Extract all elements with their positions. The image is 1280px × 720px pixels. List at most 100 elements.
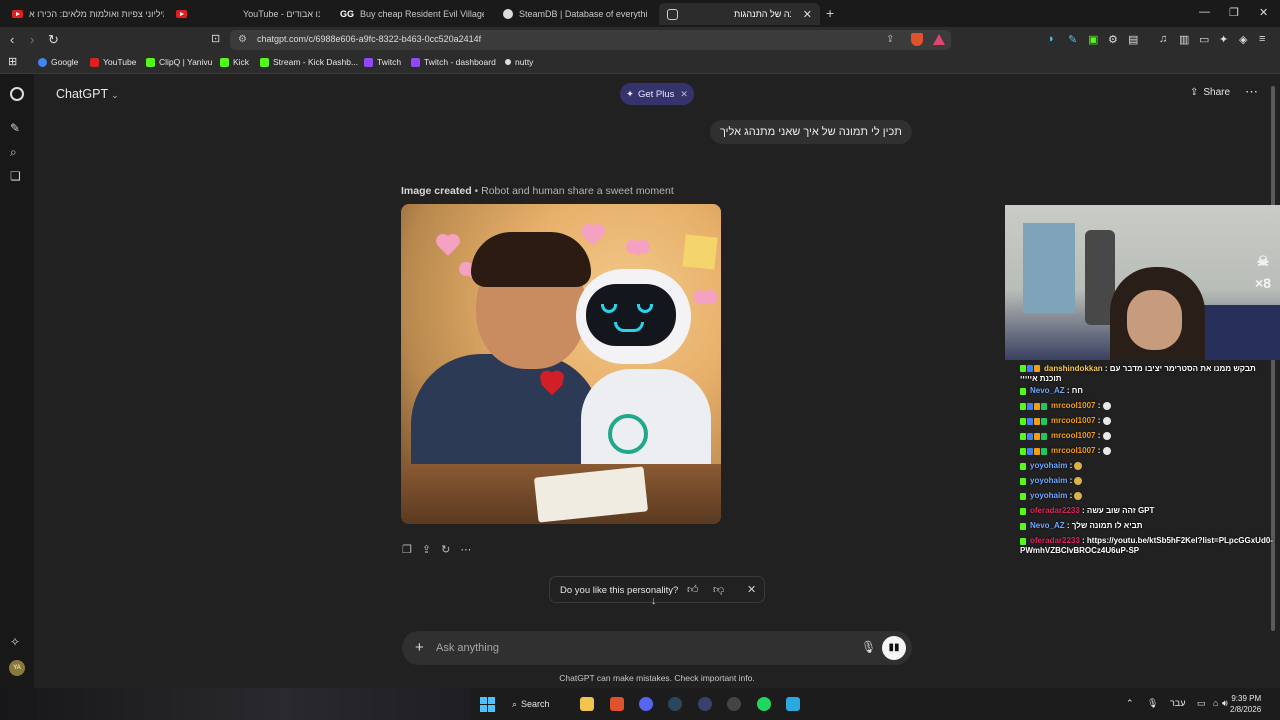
chat-message: oferadar2233 : זהה שוב עשה GPT <box>1020 504 1275 519</box>
app-icon[interactable] <box>727 697 741 711</box>
tab-1[interactable]: YouTube - אנחנו אבודים <box>168 3 328 25</box>
chevron-up-icon[interactable]: ⌃ <box>1126 698 1134 709</box>
badge-icon <box>1034 365 1040 373</box>
reload-button[interactable]: ↻ <box>48 32 59 48</box>
bookmark-kick-dashboard[interactable]: Stream - Kick Dashb... <box>260 57 358 67</box>
brave-icon[interactable] <box>610 697 624 711</box>
extensions-icon[interactable]: ▤ <box>1128 33 1138 46</box>
back-button[interactable]: ‹ <box>10 32 14 47</box>
attach-icon[interactable]: + <box>415 639 424 656</box>
share-button[interactable]: ⇪ Share <box>1190 87 1230 98</box>
close-icon[interactable]: ✕ <box>747 583 756 596</box>
more-options-icon[interactable]: ⋯ <box>1245 84 1258 100</box>
translate-icon[interactable]: ◗ <box>1048 33 1055 45</box>
microphone-icon[interactable]: 🎙︎ <box>1147 698 1158 709</box>
bookmark-label: Kick <box>233 57 250 67</box>
search-icon[interactable]: ⌕ <box>10 145 17 160</box>
monitor-icon[interactable]: ▭ <box>1197 698 1206 709</box>
chat-badges <box>1020 446 1048 456</box>
url-box[interactable]: ⚙ chatgpt.com/c/6988e606-a9fc-8322-b463-… <box>230 30 951 50</box>
voice-mode-button[interactable]: ▮▮ <box>882 636 906 660</box>
language-indicator[interactable]: עבר <box>1170 698 1185 708</box>
tab-3[interactable]: SteamDB | Database of everything on <box>495 3 655 25</box>
steam-icon <box>503 9 513 19</box>
sidebar-icon[interactable]: ▥ <box>1179 33 1189 46</box>
file-explorer-icon[interactable] <box>580 697 594 711</box>
thumbs-up-icon[interactable]: 👍︎ <box>687 583 699 596</box>
network-icon[interactable]: ⌂ <box>1213 698 1218 708</box>
microphone-icon[interactable]: 🎙︎ <box>861 640 876 654</box>
url-text[interactable]: chatgpt.com/c/6988e606-a9fc-8322-b463-0c… <box>257 34 481 44</box>
badge-icon <box>1020 365 1026 373</box>
start-icon[interactable] <box>480 697 495 712</box>
nutty-icon <box>505 59 511 65</box>
discord-icon[interactable] <box>639 697 653 711</box>
forward-button[interactable]: › <box>30 32 34 47</box>
brave-shield-icon[interactable] <box>911 33 923 46</box>
more-icon[interactable]: ⋯ <box>460 543 471 556</box>
chat-badges <box>1020 416 1048 426</box>
volume-icon[interactable]: 🔊︎ <box>1222 698 1228 709</box>
app-icon[interactable] <box>786 697 800 711</box>
tab-4[interactable]: תמונה של התנהגות ✕ <box>659 3 820 25</box>
openai-logo-icon[interactable] <box>10 87 24 101</box>
bookmark-label: Twitch - dashboard <box>424 57 496 67</box>
apps-icon[interactable]: ⊞ <box>8 55 17 68</box>
bookmark-icon[interactable]: ⊡ <box>211 32 220 45</box>
spotify-icon[interactable] <box>757 697 771 711</box>
thumbs-down-icon[interactable]: 👎︎ <box>713 583 724 596</box>
emoji-icon <box>1074 477 1083 486</box>
steam-icon[interactable] <box>668 697 682 711</box>
chat-separator: : <box>1064 521 1072 531</box>
wallet-icon[interactable]: ▭ <box>1199 33 1209 46</box>
youtube-icon <box>90 57 99 67</box>
bookmark-youtube[interactable]: YouTube <box>90 57 136 67</box>
badge-icon <box>1041 432 1047 440</box>
bookmark-google[interactable]: Google <box>38 57 78 67</box>
model-name: ChatGPT <box>56 87 109 101</box>
regenerate-icon[interactable]: ↻ <box>441 543 450 556</box>
library-icon[interactable]: ❏ <box>10 169 21 183</box>
new-chat-icon[interactable]: ✎ <box>10 121 20 135</box>
close-icon[interactable]: ✕ <box>680 89 688 100</box>
menu-icon[interactable]: ≡ <box>1259 33 1265 45</box>
prompt-input[interactable] <box>436 640 836 656</box>
tab-0[interactable]: מיליוני צפיות ואולמות מלאים: הכירו א <box>4 3 172 25</box>
taskbar-search[interactable]: ⌕ Search <box>512 696 550 712</box>
tab-2[interactable]: GG Buy cheap Resident Evil Village Steam <box>332 3 492 25</box>
share-icon[interactable]: ⇪ <box>422 543 431 556</box>
extension-icon[interactable]: ⚙ <box>1108 33 1118 46</box>
copy-icon[interactable]: ❐ <box>402 543 412 556</box>
badge-icon <box>1027 432 1033 440</box>
generated-image[interactable] <box>401 204 721 524</box>
clock[interactable]: 9:39 PM 2/8/2026 <box>1230 693 1261 715</box>
minimize-button[interactable]: — <box>1199 6 1210 18</box>
chat-username: mrcool1007 <box>1051 446 1096 456</box>
vpn-icon[interactable]: ◈ <box>1239 33 1247 46</box>
scroll-down-icon[interactable]: ↓ <box>651 595 657 607</box>
share-page-icon[interactable]: ⇪ <box>886 34 894 45</box>
bookmark-label: Twitch <box>377 57 402 67</box>
get-plus-button[interactable]: ✦ Get Plus ✕ <box>620 83 694 105</box>
close-window-button[interactable]: ✕ <box>1259 6 1268 19</box>
ai-icon[interactable]: ✦ <box>1219 33 1228 46</box>
chat-badges <box>1020 476 1027 486</box>
music-icon[interactable]: ♫ <box>1159 33 1167 45</box>
new-tab-button[interactable]: + <box>826 5 834 21</box>
app-icon[interactable] <box>698 697 712 711</box>
bookmark-twitch[interactable]: Twitch <box>364 57 401 67</box>
bookmark-kick[interactable]: Kick <box>220 57 249 67</box>
chat-message: mrcool1007 : <box>1020 444 1275 459</box>
extension-icon[interactable]: ✎ <box>1068 33 1077 46</box>
bookmark-twitch-dashboard[interactable]: Twitch - dashboard <box>411 57 496 67</box>
bookmark-clipq[interactable]: ClipQ | Yanivu <box>146 57 212 67</box>
extension-icon[interactable]: ▣ <box>1088 33 1098 46</box>
model-selector[interactable]: ChatGPT ⌄ <box>56 87 119 101</box>
site-settings-icon[interactable]: ⚙ <box>238 34 247 45</box>
close-icon[interactable]: ✕ <box>803 8 812 21</box>
bookmark-nutty[interactable]: nutty <box>505 57 533 67</box>
restore-button[interactable]: ❐ <box>1229 6 1239 19</box>
chat-username: mrcool1007 <box>1051 401 1096 411</box>
brave-rewards-icon[interactable] <box>933 34 945 45</box>
upgrade-icon[interactable]: ✧ <box>10 635 20 649</box>
